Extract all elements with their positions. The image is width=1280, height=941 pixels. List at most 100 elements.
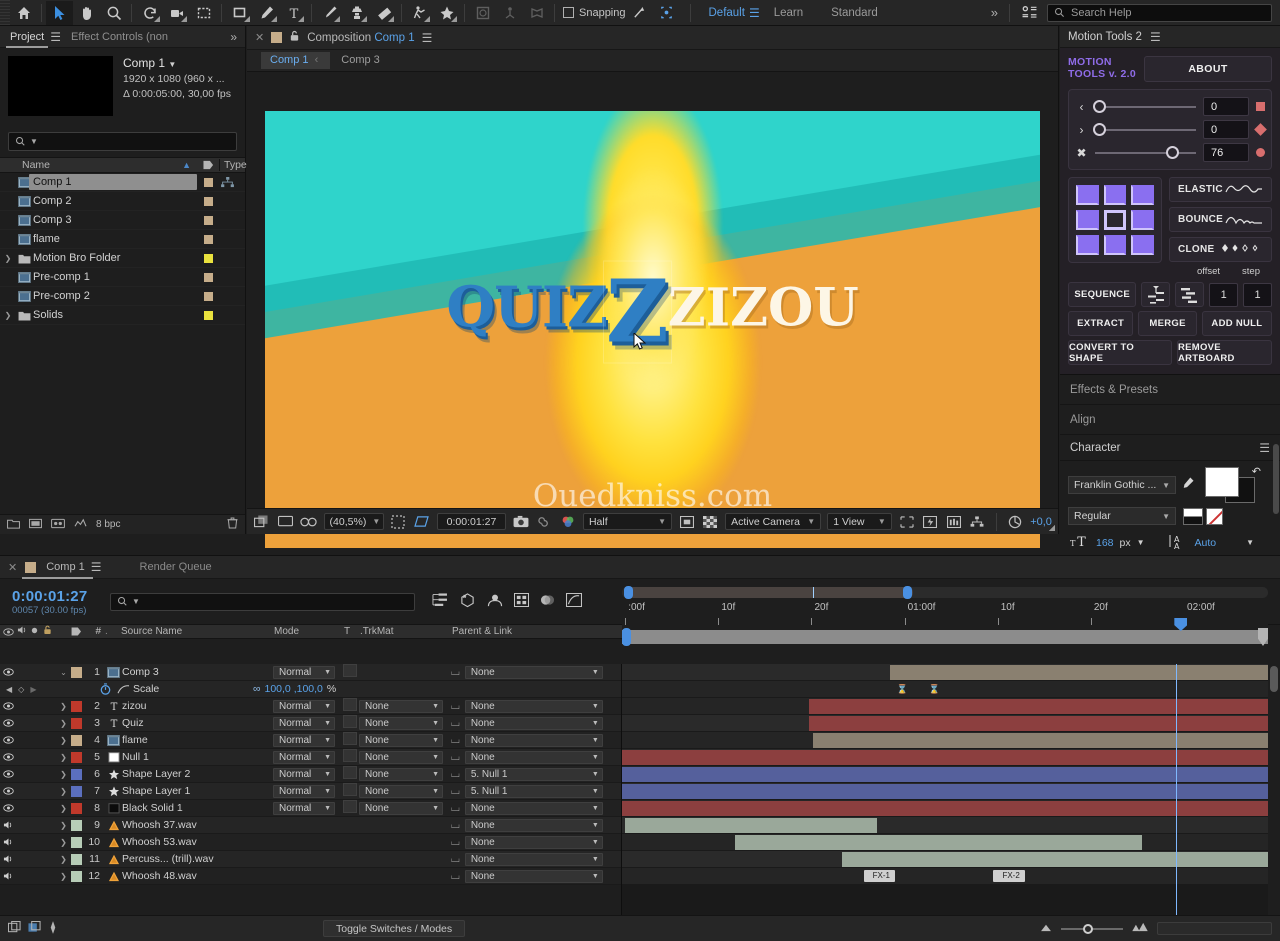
timeline-zoom-field[interactable]	[1157, 922, 1272, 935]
about-button[interactable]: ABOUT	[1143, 56, 1272, 82]
layer-row-2[interactable]: ❯ 2 Tzizou Normal ▼ None ▼ ⌴ None ▼	[0, 698, 621, 715]
layer-parent-select[interactable]: None ▼	[464, 750, 603, 764]
snap-bounds-icon[interactable]	[653, 1, 680, 25]
right-panel-scrollbar[interactable]	[1273, 444, 1279, 514]
hand-tool-icon[interactable]	[73, 1, 100, 25]
tab-project[interactable]: Project	[0, 26, 54, 48]
layer-duration-bar[interactable]	[622, 801, 1268, 816]
offset-input[interactable]: 1	[1209, 282, 1239, 307]
layer-trkmat-select[interactable]: None ▼	[359, 750, 443, 764]
navigator-start-handle[interactable]	[622, 628, 631, 646]
track-row-5[interactable]	[622, 749, 1268, 766]
project-item-comp-1[interactable]: Comp 1	[0, 173, 245, 192]
project-item-solids[interactable]: ❯ Solids	[0, 306, 245, 325]
project-item-pre-comp-2[interactable]: Pre-comp 2	[0, 287, 245, 306]
project-item-label-color[interactable]	[197, 291, 219, 301]
parent-pickwhip-icon[interactable]: ⌴	[451, 717, 460, 730]
zoom-in-icon[interactable]	[1131, 922, 1149, 935]
extract-button[interactable]: EXTRACT	[1068, 311, 1134, 336]
layer-row-11[interactable]: ❯ 11 Percuss... (trill).wav ⌴ None ▼	[0, 851, 621, 868]
pixel-aspect-icon[interactable]	[898, 512, 916, 532]
anchor-point-grid[interactable]	[1068, 177, 1162, 263]
leading-value[interactable]: Auto	[1195, 537, 1217, 549]
anchor-cell-bl[interactable]	[1076, 235, 1099, 255]
puppet-overlap-icon[interactable]	[523, 1, 550, 25]
layer-name[interactable]: Whoosh 48.wav	[122, 870, 273, 882]
project-search-dropdown-icon[interactable]: ▼	[30, 137, 38, 146]
layer-disclosure-icon[interactable]: ❯	[57, 736, 70, 745]
timeline-zoom-knob[interactable]	[1083, 923, 1093, 934]
eraser-tool-icon[interactable]	[370, 1, 397, 25]
sequence-align-icon[interactable]	[1141, 282, 1171, 307]
search-help-input[interactable]: Search Help	[1047, 3, 1272, 22]
layer-label-color[interactable]	[70, 751, 83, 763]
workspace-settings-icon[interactable]	[1021, 5, 1038, 21]
fill-color-swatch[interactable]	[1205, 467, 1239, 497]
project-item-label-color[interactable]	[197, 215, 219, 225]
motion-tools-menu-icon[interactable]: ☰	[1150, 30, 1161, 44]
layer-blend-mode-select[interactable]: Normal ▼	[273, 784, 335, 798]
hide-shy-layers-icon[interactable]	[487, 593, 503, 610]
project-item-comp-3[interactable]: Comp 3	[0, 211, 245, 230]
timeline-playhead[interactable]	[1176, 664, 1178, 915]
layer-row-7[interactable]: ❯ 7 Shape Layer 1 Normal ▼ None ▼ ⌴ 5. Null 1 ▼	[0, 783, 621, 800]
timeline-ruler[interactable]: :00f 10f 20f 01:00f 10f 20f 02:00f	[622, 582, 1268, 664]
track-row-3[interactable]	[622, 715, 1268, 732]
chevron-down-icon[interactable]: ▼	[132, 597, 140, 606]
project-item-label-color[interactable]	[197, 196, 219, 206]
parent-pickwhip-icon[interactable]: ⌴	[451, 734, 460, 747]
layer-row-4[interactable]: ❯ 4 flame Normal ▼ None ▼ ⌴ None ▼	[0, 732, 621, 749]
layer-row-3[interactable]: ❯ 3 T Quiz Normal ▼ None ▼ ⌴ None ▼	[0, 715, 621, 732]
layer-label-color[interactable]	[70, 768, 83, 780]
project-item-pre-comp-1[interactable]: Pre-comp 1	[0, 268, 245, 287]
merge-button[interactable]: MERGE	[1138, 311, 1197, 336]
audio-toggle-icon[interactable]	[0, 871, 17, 881]
frame-blending-icon[interactable]	[513, 592, 530, 610]
slider-2-icon[interactable]: ›	[1075, 123, 1088, 137]
zoom-level-select[interactable]: (40,5%) ▼	[323, 513, 384, 530]
font-size-value[interactable]: 168	[1096, 537, 1114, 549]
layer-blend-mode-select[interactable]: Normal ▼	[273, 699, 335, 713]
work-area-end-handle[interactable]	[903, 586, 912, 599]
lock-icon[interactable]	[289, 30, 300, 45]
parent-pickwhip-icon[interactable]: ⌴	[451, 666, 460, 679]
channels-icon[interactable]	[559, 512, 577, 532]
mode-column[interactable]: Mode	[274, 626, 344, 637]
snapshot-camera-icon[interactable]	[512, 512, 530, 532]
layer-parent-select[interactable]: None ▼	[464, 699, 603, 713]
layer-duration-bar[interactable]	[622, 767, 1268, 782]
track-row-2[interactable]	[622, 698, 1268, 715]
graph-editor-icon[interactable]	[566, 592, 582, 610]
layer-disclosure-icon[interactable]: ❯	[57, 804, 70, 813]
workspace-menu-icon[interactable]: ☰	[749, 6, 760, 20]
track-row-scale[interactable]: ⌛ ⌛	[622, 681, 1268, 698]
region-of-interest-icon[interactable]	[190, 1, 217, 25]
layer-name[interactable]: Quiz	[122, 717, 273, 729]
composition-viewer[interactable]: QUIZ Z ZIZOU Ouedkniss.com	[247, 73, 1058, 548]
layer-duration-bar[interactable]	[809, 716, 1268, 731]
property-row-scale[interactable]: ◀ ◇ ▶ Scale ∞ 100,0 ,100,0%	[0, 681, 621, 698]
views-select[interactable]: 1 View ▼	[827, 513, 892, 530]
region-of-interest-button-icon[interactable]	[678, 512, 696, 532]
previous-keyframe-icon[interactable]: ◀	[6, 685, 12, 694]
layer-label-color[interactable]	[70, 717, 83, 729]
timeline-menu-icon[interactable]: ☰	[91, 560, 102, 574]
layer-parent-select[interactable]: None ▼	[464, 733, 603, 747]
subtab-chevron-icon[interactable]: ‹	[312, 54, 322, 66]
convert-to-shape-button[interactable]: CONVERT TO SHAPE	[1068, 340, 1172, 365]
align-panel[interactable]: Align	[1060, 405, 1280, 435]
layer-disclosure-icon[interactable]: ❯	[57, 770, 70, 779]
font-family-select[interactable]: Franklin Gothic ... ▼	[1068, 476, 1176, 494]
snap-to-anchor-icon[interactable]	[626, 1, 653, 25]
video-toggle-icon[interactable]	[0, 719, 17, 727]
mask-interpolation-icon[interactable]	[469, 1, 496, 25]
anchor-cell-mr[interactable]	[1131, 210, 1154, 230]
bounce-button[interactable]: BOUNCE	[1169, 207, 1272, 232]
project-selected-dropdown-icon[interactable]: ▼	[168, 60, 176, 69]
show-snapshot-icon[interactable]	[536, 512, 554, 532]
tab-effect-controls[interactable]: Effect Controls (non	[61, 26, 178, 48]
layer-duration-bar[interactable]	[622, 750, 1268, 765]
layer-duration-bar[interactable]	[841, 852, 1268, 867]
audio-toggle-icon[interactable]	[0, 854, 17, 864]
anchor-cell-tl[interactable]	[1076, 185, 1099, 205]
